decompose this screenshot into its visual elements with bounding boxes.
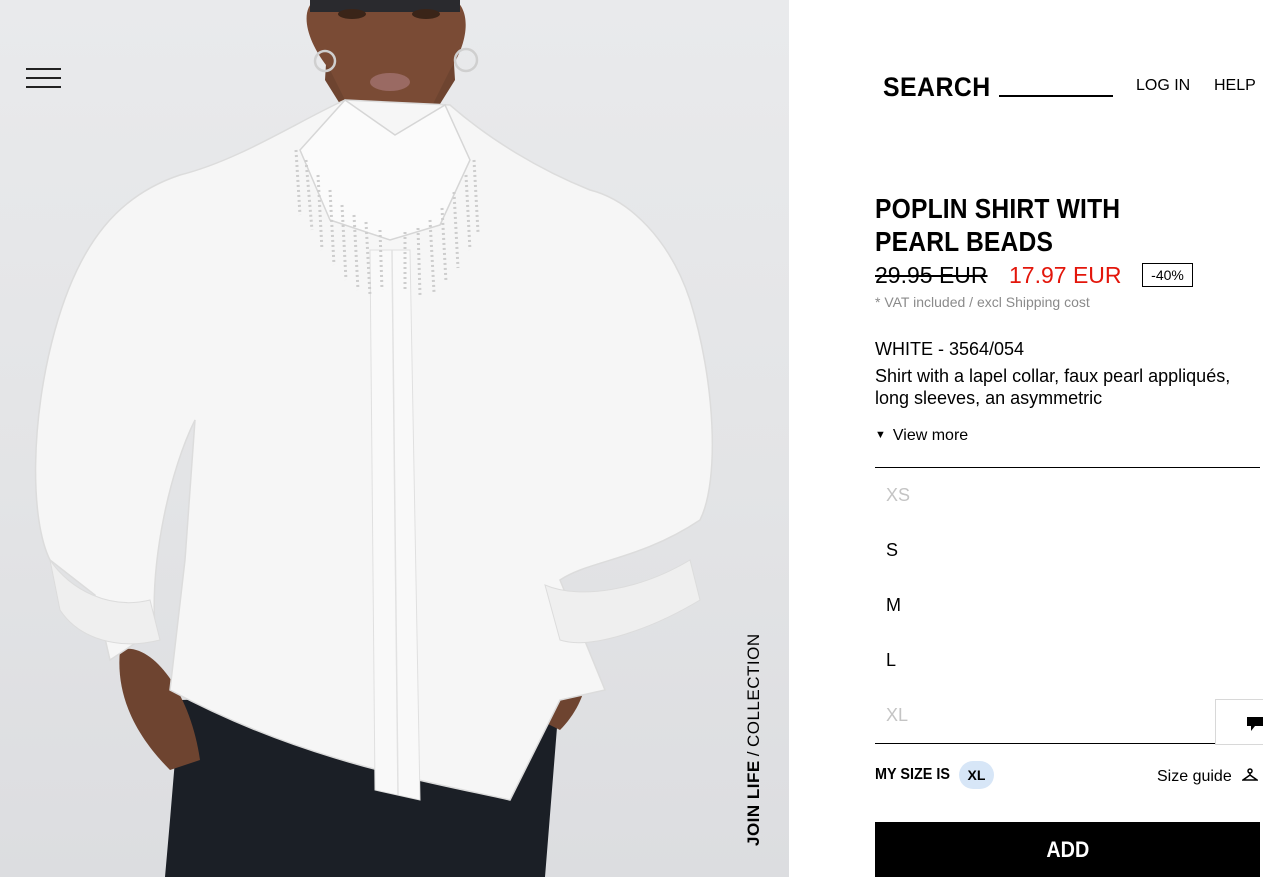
my-size-label: MY SIZE IS: [875, 766, 950, 783]
vat-note: * VAT included / excl Shipping cost: [875, 294, 1090, 310]
product-title: POPLIN SHIRT WITH PEARL BEADS: [875, 193, 1121, 257]
size-option-xl[interactable]: XL: [886, 705, 908, 726]
chat-bubble-icon: [1247, 717, 1263, 731]
view-more-label: View more: [892, 427, 969, 444]
discount-badge: -40%: [1142, 263, 1193, 287]
join-life-collection-tag[interactable]: JOIN LIFE / COLLECTION: [744, 633, 764, 846]
size-guide-link[interactable]: Size guide: [1157, 768, 1260, 786]
my-size-badge[interactable]: XL: [959, 761, 994, 789]
size-option-xs[interactable]: XS: [886, 485, 910, 506]
size-selector: XS S M L XL: [875, 467, 1260, 744]
add-button-label: ADD: [1046, 837, 1089, 862]
help-link[interactable]: HELP: [1214, 77, 1256, 95]
size-guide-label: Size guide: [1157, 768, 1232, 785]
product-image[interactable]: JOIN LIFE / COLLECTION: [0, 0, 789, 877]
model-photo-illustration: [34, 0, 714, 877]
login-link[interactable]: LOG IN: [1136, 77, 1190, 95]
original-price: 29.95 EUR: [875, 262, 988, 288]
size-option-l[interactable]: L: [886, 650, 896, 671]
hamburger-menu-icon[interactable]: [26, 66, 62, 90]
sale-price: 17.97 EUR: [1009, 262, 1122, 288]
hanger-icon: [1240, 768, 1260, 781]
chat-button[interactable]: [1215, 699, 1263, 745]
caret-down-icon: ▼: [875, 429, 886, 441]
collection-tag-bold: JOIN LIFE: [744, 760, 763, 846]
product-description: Shirt with a lapel collar, faux pearl ap…: [875, 366, 1231, 408]
size-option-s[interactable]: S: [886, 540, 898, 561]
search-input[interactable]: [999, 95, 1113, 97]
view-more-link[interactable]: ▼ View more: [875, 427, 968, 445]
collection-tag-rest: COLLECTION: [744, 633, 763, 748]
size-option-m[interactable]: M: [886, 595, 901, 616]
search-label[interactable]: SEARCH: [883, 72, 991, 103]
add-to-cart-button[interactable]: ADD: [875, 822, 1260, 877]
collection-tag-separator: /: [744, 751, 763, 757]
color-reference: WHITE - 3564/054: [875, 339, 1025, 359]
